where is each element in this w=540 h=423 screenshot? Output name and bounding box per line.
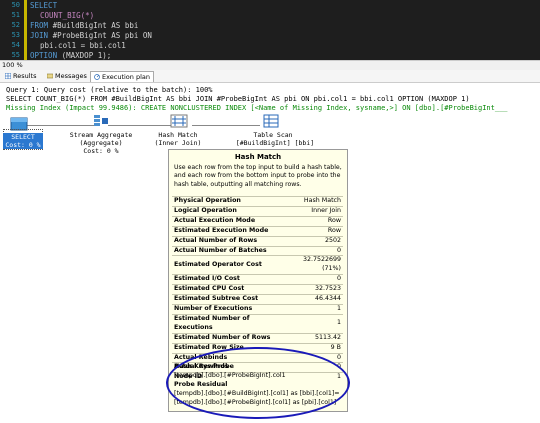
tab-results[interactable]: Results	[2, 71, 39, 81]
results-tabs: Results Messages Execution plan	[0, 70, 540, 83]
hash-match-sublabel: (Inner Join)	[154, 139, 202, 147]
tooltip-property-row: Estimated CPU Cost 32.7523	[172, 284, 343, 295]
property-value: 0	[282, 274, 343, 285]
stream-aggregate-cost: Cost: 0 %	[83, 147, 119, 155]
line-number: 52	[11, 21, 20, 29]
select-operator-label[interactable]: SELECT	[3, 133, 43, 141]
line-number-gutter: 50 51 52 53 54 55	[0, 0, 24, 60]
property-name: Estimated Operator Cost	[172, 255, 283, 275]
property-name: Estimated Number of Rows	[172, 332, 283, 344]
missing-index-line[interactable]: Missing Index (Impact 99.9486): CREATE N…	[6, 104, 508, 112]
code-line: OPTION (MAXDOP 1);	[30, 51, 112, 60]
tooltip-property-row: Logical Operation Inner Join	[172, 205, 343, 217]
tooltip-description: Use each row from the top input to build…	[174, 164, 342, 188]
code-line: FROM #BuildBigInt AS bbi	[30, 21, 139, 30]
property-value: Row	[282, 225, 343, 237]
tab-label: Messages	[55, 72, 87, 80]
property-name: Estimated Execution Mode	[172, 225, 283, 237]
tooltip-property-row: Physical Operation Hash Match	[172, 196, 343, 207]
plan-arrow	[108, 125, 178, 126]
zoom-level[interactable]: 100 %	[2, 61, 23, 69]
line-number: 55	[11, 51, 20, 59]
table-scan-icon[interactable]	[262, 114, 280, 128]
property-value: 1	[282, 313, 343, 334]
stream-aggregate-label: Stream Aggregate	[69, 131, 133, 139]
plan-arrow	[192, 125, 260, 126]
tooltip-property-row: Estimated Number of Rows 5113.42	[172, 332, 343, 344]
property-value: 32.7522699 (71%)	[282, 255, 343, 275]
property-value: 5113.42	[282, 332, 343, 344]
property-name: Estimated CPU Cost	[172, 284, 283, 295]
line-number: 53	[11, 31, 20, 39]
tooltip-title: Hash Match	[234, 153, 282, 161]
hash-match-icon[interactable]	[170, 114, 188, 128]
tooltip-property-row: Estimated Execution Mode Row	[172, 225, 343, 237]
code-line: SELECT	[30, 1, 58, 10]
table-scan-sublabel: [#BuildBigInt] [bbi]	[235, 139, 315, 147]
tab-label: Execution plan	[102, 73, 150, 81]
property-value: Row	[282, 215, 343, 227]
property-name: Actual Number of Rows	[172, 235, 283, 247]
stream-aggregate-icon[interactable]	[92, 114, 110, 128]
query-cost-line: Query 1: Query cost (relative to the bat…	[6, 86, 213, 94]
tab-messages[interactable]: Messages	[44, 71, 90, 81]
hash-match-label: Hash Match	[158, 131, 198, 139]
plan-arrow	[24, 125, 94, 126]
property-name: Number of Executions	[172, 303, 283, 315]
line-number: 51	[11, 11, 20, 19]
tooltip-property-row: Actual Number of Rows 2502	[172, 235, 343, 247]
tooltip-property-row: Estimated Subtree Cost 46.4344	[172, 294, 343, 305]
property-name: Estimated Number of Executions	[172, 313, 283, 334]
code-line: pbi.col1 = bbi.col1	[40, 41, 126, 50]
code-line: JOIN #ProbeBigInt AS pbi ON	[30, 31, 152, 40]
annotation-circle	[166, 347, 350, 419]
stream-aggregate-sublabel: (Aggregate)	[79, 139, 123, 147]
property-value: 0	[282, 245, 343, 256]
property-name: Logical Operation	[172, 205, 283, 217]
query-text-line: SELECT COUNT_BIG(*) FROM #BuildBigInt AS…	[6, 95, 470, 103]
tooltip-property-row: Actual Number of Batches 0	[172, 245, 343, 256]
tab-execution-plan[interactable]: Execution plan	[90, 71, 154, 82]
tab-label: Results	[13, 72, 37, 80]
line-number: 50	[11, 1, 20, 9]
tooltip-property-row: Estimated I/O Cost 0	[172, 274, 343, 285]
property-name: Actual Execution Mode	[172, 215, 283, 227]
property-value: Inner Join	[282, 205, 343, 217]
message-icon	[47, 73, 53, 79]
sql-editor[interactable]: 50 51 52 53 54 55 SELECT COUNT_BIG(*) FR…	[0, 0, 540, 60]
line-number: 54	[11, 41, 20, 49]
select-operator-cost: Cost: 0 %	[3, 141, 43, 149]
tooltip-property-row: Number of Executions 1	[172, 303, 343, 315]
change-indicator	[24, 0, 27, 60]
property-value: Hash Match	[282, 196, 343, 207]
plan-icon	[94, 74, 100, 80]
grid-icon	[5, 73, 11, 79]
tooltip-property-row: Estimated Operator Cost 32.7522699 (71%)	[172, 255, 343, 275]
property-value: 1	[282, 303, 343, 315]
property-value: 2502	[282, 235, 343, 247]
property-value: 32.7523	[282, 284, 343, 295]
property-name: Estimated I/O Cost	[172, 274, 283, 285]
property-name: Actual Number of Batches	[172, 245, 283, 256]
tooltip-property-row: Estimated Number of Executions 1	[172, 313, 343, 334]
property-name: Physical Operation	[172, 196, 283, 207]
property-value: 46.4344	[282, 294, 343, 305]
property-name: Estimated Subtree Cost	[172, 294, 283, 305]
code-line: COUNT_BIG(*)	[40, 11, 95, 20]
tooltip-property-row: Actual Execution Mode Row	[172, 215, 343, 227]
table-scan-label: Table Scan	[253, 131, 293, 139]
